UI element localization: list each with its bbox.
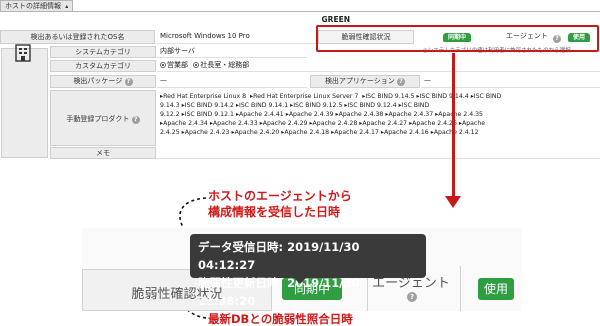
manual-products-label-text: 手動登録プロダクト [66, 115, 130, 123]
annotation-received-line2: 構成情報を受信した日時 [208, 205, 341, 219]
system-category-value[interactable]: 内部サーバ [157, 46, 307, 58]
os-label: 検出あるいは登録されたOS名 [0, 30, 155, 44]
tooltip-vuln-updated-time: 脆弱性更新日時: 2019/11/30 11:38:20 [198, 276, 360, 308]
zoom-agent-usage-badge[interactable]: 使用 [478, 278, 514, 300]
detected-apps-value: — [421, 75, 600, 88]
tooltip-received-time: データ受信日時: 2019/11/30 04:12:27 [198, 240, 360, 272]
manual-products-list: ▸Red Hat Enterprise Linux 8 ▸Red Hat Ent… [160, 93, 502, 136]
option-sales-label: 営業部 [167, 61, 188, 69]
sync-tooltip: データ受信日時: 2019/11/30 04:12:27 脆弱性更新日時: 20… [190, 234, 426, 308]
zoom-divider-2 [460, 266, 461, 311]
annotation-received-time: ホストのエージェントから 構成情報を受信した日時 [208, 188, 352, 220]
detected-packages-help-icon[interactable]: ? [124, 78, 133, 86]
detected-packages-value: — [157, 75, 307, 88]
host-details-tab-label: ホストの詳細情報 [5, 2, 61, 10]
custom-category-label: カスタムカテゴリ [50, 60, 156, 72]
collapse-arrow-icon[interactable]: ▴ [65, 3, 68, 10]
red-connector-line [452, 53, 455, 200]
os-value: Microsoft Windows 10 Pro [157, 30, 317, 44]
annotation-received-line1: ホストのエージェントから [208, 189, 352, 203]
host-icon-sidebar [1, 48, 48, 158]
detected-apps-help-icon[interactable]: ? [397, 78, 406, 86]
detected-packages-label: 検出パッケージ ? [50, 75, 156, 88]
detected-apps-label: 検出アプリケーション ? [310, 75, 420, 88]
red-down-arrow-icon [445, 196, 461, 208]
host-details-tab[interactable]: ホストの詳細情報 ▴ [0, 0, 74, 11]
host-name: GREEN [321, 15, 350, 24]
manual-products-help-icon[interactable]: ? [131, 116, 140, 124]
radio-president-office[interactable] [193, 62, 200, 68]
highlight-frame [316, 25, 599, 52]
memo-field[interactable] [157, 147, 600, 159]
radio-sales[interactable] [160, 62, 166, 68]
memo-label: メモ [50, 147, 156, 159]
detected-packages-label-text: 検出パッケージ [73, 77, 123, 85]
system-category-label: システムカテゴリ [50, 46, 156, 58]
building-icon [15, 44, 31, 62]
option-president-office-label: 社長室・総務部 [200, 61, 250, 69]
detected-apps-label-text: 検出アプリケーション [324, 77, 395, 85]
annotation-db-check-time: 最新DBとの脆弱性照合日時 [208, 312, 353, 326]
custom-category-options: 営業部 社長室・総務部 [157, 60, 600, 72]
manual-products-label: 手動登録プロダクト ? [50, 90, 156, 146]
